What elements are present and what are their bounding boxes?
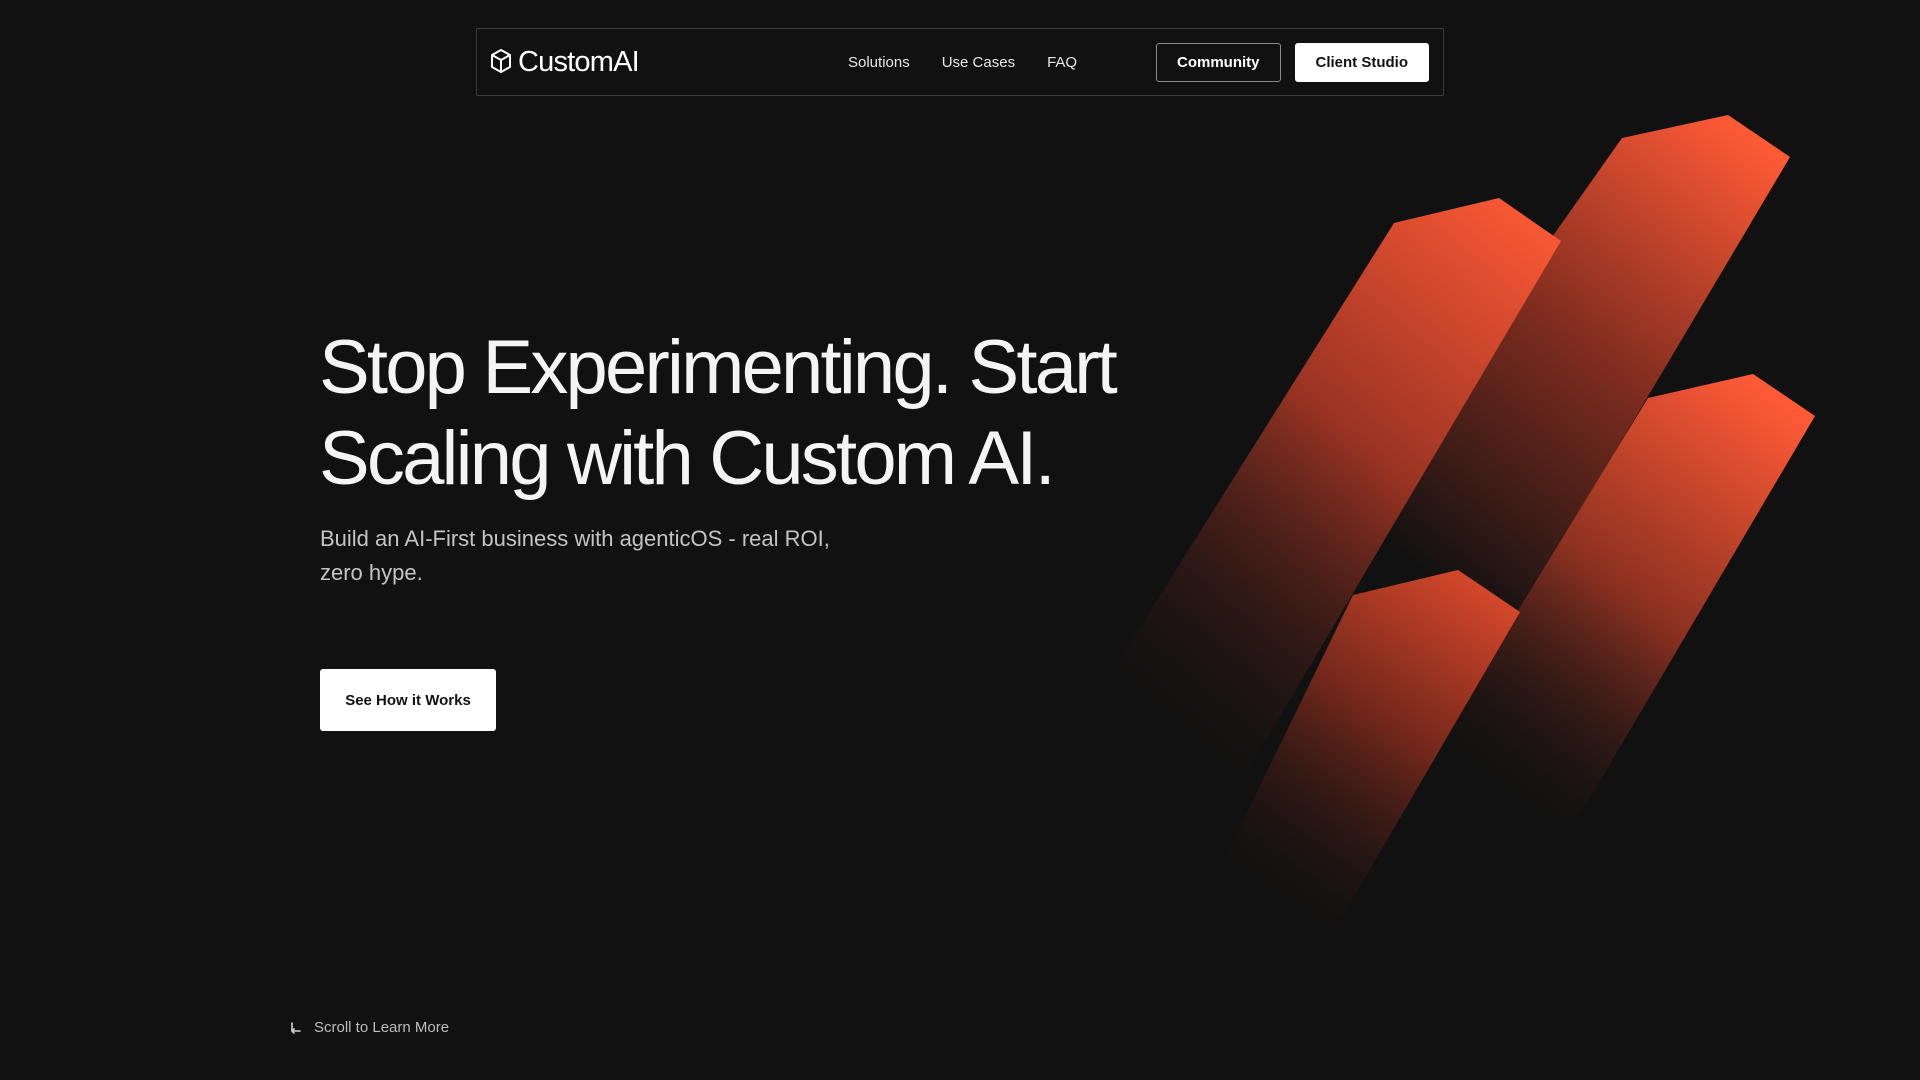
page: CustomAI Solutions Use Cases FAQ Communi…: [0, 0, 1920, 1080]
nav-actions: Community Client Studio: [1156, 29, 1429, 95]
nav-link-use-cases[interactable]: Use Cases: [942, 54, 1015, 71]
scroll-hint-label: Scroll to Learn More: [314, 1019, 450, 1036]
hero-subtitle: Build an AI-First business with agenticO…: [320, 522, 880, 590]
hero-title-line-2: Scaling with Custom AI.: [319, 416, 1056, 501]
hero-subtitle-line-2: zero hype.: [320, 560, 423, 585]
hero-graphic: [1000, 115, 1815, 965]
graphic-band-center: [1305, 115, 1790, 645]
client-studio-button[interactable]: Client Studio: [1294, 42, 1429, 82]
cube-icon: [490, 48, 512, 76]
nav-links: Solutions Use Cases FAQ: [848, 29, 1077, 95]
nav-link-solutions[interactable]: Solutions: [848, 54, 910, 71]
hero-subtitle-line-1: Build an AI-First business with agenticO…: [320, 526, 830, 551]
logo[interactable]: CustomAI: [490, 45, 640, 79]
hero-title-line-1: Stop Experimenting. Start: [319, 325, 1118, 410]
graphic-band-bottom: [1180, 570, 1520, 965]
graphic-band-right: [1390, 374, 1815, 822]
arrow-down-left-icon: [288, 1020, 304, 1036]
hero-title: Stop Experimenting. Start Scaling with C…: [319, 322, 1179, 504]
scroll-hint[interactable]: Scroll to Learn More: [288, 1019, 449, 1036]
graphic-band-left: [1000, 198, 1561, 862]
logo-text: CustomAI: [518, 45, 640, 78]
navbar: CustomAI Solutions Use Cases FAQ Communi…: [476, 28, 1444, 96]
see-how-it-works-button[interactable]: See How it Works: [320, 669, 496, 731]
nav-link-faq[interactable]: FAQ: [1047, 54, 1077, 71]
community-button[interactable]: Community: [1156, 42, 1281, 82]
